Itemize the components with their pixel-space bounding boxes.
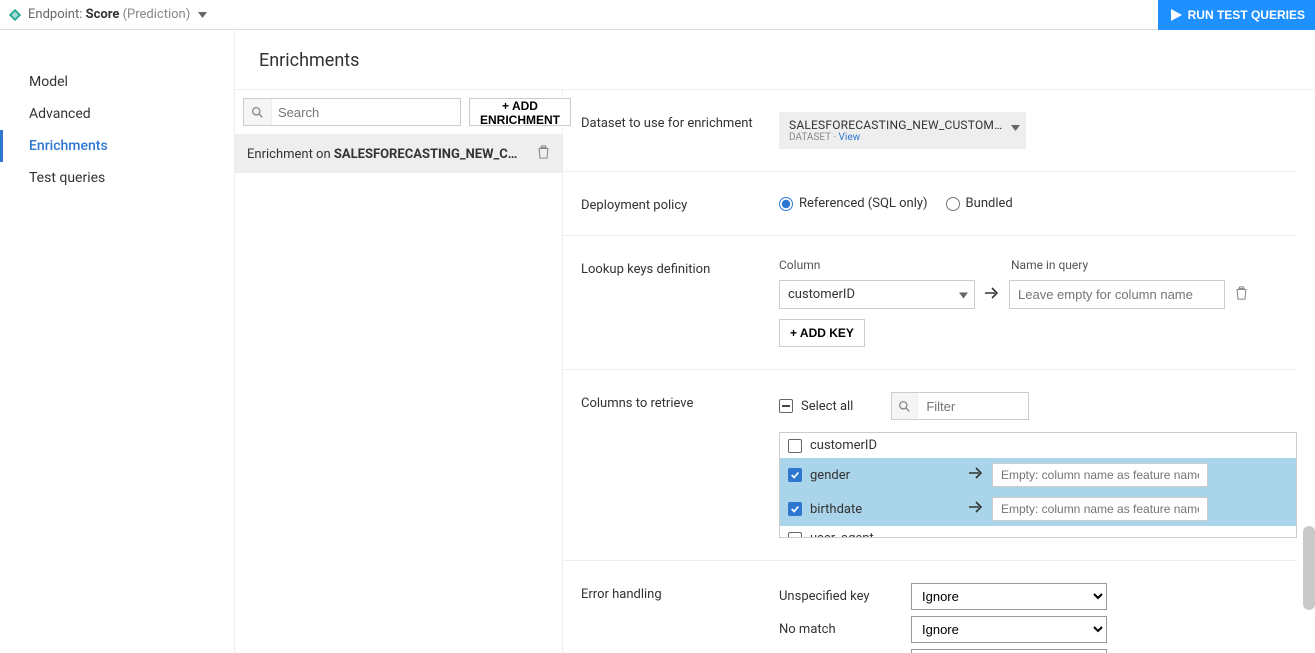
checkbox-checked-icon[interactable]: [788, 502, 802, 516]
enrichment-item-name: SALESFORECASTING_NEW_C…: [334, 147, 518, 162]
section-deployment-policy: Deployment policy Referenced (SQL only) …: [563, 172, 1297, 236]
column-name: user_agent: [810, 531, 960, 538]
search-icon: [892, 393, 918, 419]
feature-name-input[interactable]: [992, 497, 1208, 521]
checkbox-unchecked-icon[interactable]: [788, 439, 802, 453]
search-icon: [244, 99, 272, 125]
enrichment-search[interactable]: [243, 98, 461, 126]
column-row[interactable]: gender: [780, 458, 1296, 492]
lookup-column-select[interactable]: customerID: [779, 280, 975, 309]
section-label: Deployment policy: [581, 194, 779, 213]
enrichment-list-column: + ADD ENRICHMENT Enrichment on SALESFORE…: [235, 90, 563, 653]
column-row[interactable]: birthdate: [780, 492, 1296, 526]
main: Enrichments + ADD ENRICHMENT Enrichment …: [235, 30, 1315, 653]
section-label: Columns to retrieve: [581, 392, 779, 538]
name-in-query-header: Name in query: [1011, 258, 1227, 272]
error-row: Several matches Keep first: [779, 649, 1297, 653]
sidebar: Model Advanced Enrichments Test queries: [0, 30, 235, 653]
sidebar-item-label: Advanced: [29, 106, 91, 122]
section-columns-to-retrieve: Columns to retrieve Select all: [563, 370, 1297, 561]
endpoint-prefix: Endpoint:: [28, 7, 86, 22]
trash-icon[interactable]: [1235, 286, 1248, 304]
chevron-down-icon: [959, 287, 968, 302]
arrow-right-icon: [968, 501, 984, 517]
enrichment-item-prefix: Enrichment on: [247, 147, 334, 162]
scrollbar-track[interactable]: [1303, 90, 1315, 653]
column-filter[interactable]: [891, 392, 1029, 420]
select-all-label: Select all: [801, 399, 853, 414]
column-name: gender: [810, 468, 960, 483]
dataset-sub: DATASET · View: [789, 132, 1002, 143]
sidebar-item-label: Test queries: [29, 170, 105, 186]
run-test-queries-button[interactable]: RUN TEST QUERIES: [1158, 0, 1315, 30]
feature-name-input[interactable]: [992, 463, 1208, 487]
brand-icon: [8, 8, 22, 22]
scrollbar-thumb[interactable]: [1303, 526, 1315, 610]
checkbox-checked-icon[interactable]: [788, 468, 802, 482]
column-header: Column: [779, 258, 975, 272]
column-name: birthdate: [810, 502, 960, 517]
dataset-kind: DATASET: [789, 132, 831, 143]
add-enrichment-button[interactable]: + ADD ENRICHMENT: [469, 98, 571, 126]
run-btn-label: RUN TEST QUERIES: [1188, 8, 1305, 22]
no-match-select[interactable]: Ignore: [911, 616, 1107, 643]
radio-referenced[interactable]: Referenced (SQL only): [779, 196, 928, 211]
endpoint-title[interactable]: Endpoint: Score (Prediction): [28, 7, 207, 22]
page-title: Enrichments: [235, 30, 1315, 89]
radio-referenced-input[interactable]: [779, 197, 793, 211]
lookup-column-value: customerID: [788, 287, 855, 302]
search-input[interactable]: [272, 99, 460, 125]
sidebar-item-enrichments[interactable]: Enrichments: [0, 130, 234, 162]
column-row[interactable]: customerID: [780, 433, 1296, 458]
error-row: No match Ignore: [779, 616, 1297, 643]
radio-label: Referenced (SQL only): [799, 196, 928, 211]
section-dataset: Dataset to use for enrichment SALESFOREC…: [563, 90, 1297, 172]
indeterminate-checkbox-icon: [779, 399, 793, 413]
add-key-button[interactable]: + ADD KEY: [779, 319, 865, 347]
sidebar-item-label: Model: [29, 74, 68, 90]
section-label: Lookup keys definition: [581, 258, 779, 347]
enrichment-detail-column: Dataset to use for enrichment SALESFOREC…: [563, 90, 1315, 653]
endpoint-kind: (Prediction): [119, 7, 190, 22]
content-row: + ADD ENRICHMENT Enrichment on SALESFORE…: [235, 90, 1315, 653]
chevron-down-icon: [1011, 120, 1020, 135]
dataset-name: SALESFORECASTING_NEW_CUSTOM…: [789, 118, 1002, 132]
arrow-right-icon: [985, 287, 999, 303]
radio-bundled-input[interactable]: [946, 197, 960, 211]
section-label: Dataset to use for enrichment: [581, 112, 779, 149]
select-all-checkbox[interactable]: Select all: [779, 399, 853, 414]
column-list[interactable]: customerID gender birthdate: [779, 432, 1297, 538]
error-row: Unspecified key Ignore: [779, 583, 1297, 610]
section-label: Error handling: [581, 583, 779, 653]
arrow-right-icon: [968, 467, 984, 483]
dataset-selector[interactable]: SALESFORECASTING_NEW_CUSTOM… DATASET · V…: [779, 112, 1026, 149]
enrichment-list-item[interactable]: Enrichment on SALESFORECASTING_NEW_C…: [235, 135, 562, 173]
column-filter-input[interactable]: [918, 393, 1028, 419]
sidebar-item-model[interactable]: Model: [0, 66, 234, 98]
enrichment-list-toolbar: + ADD ENRICHMENT: [235, 90, 562, 135]
several-matches-select[interactable]: Keep first: [911, 649, 1107, 653]
error-row-label: No match: [779, 622, 899, 637]
checkbox-unchecked-icon[interactable]: [788, 532, 802, 539]
sidebar-item-advanced[interactable]: Advanced: [0, 98, 234, 130]
enrichment-item-label: Enrichment on SALESFORECASTING_NEW_C…: [247, 147, 517, 162]
endpoint-dropdown-caret-icon: [198, 7, 207, 22]
error-row-label: Unspecified key: [779, 589, 899, 604]
radio-label: Bundled: [966, 196, 1013, 211]
column-name: customerID: [810, 438, 960, 453]
play-icon: [1170, 9, 1182, 21]
topbar: Endpoint: Score (Prediction) RUN TEST QU…: [0, 0, 1315, 30]
column-row[interactable]: user_agent: [780, 526, 1296, 538]
sidebar-item-label: Enrichments: [29, 138, 108, 154]
dataset-view-link[interactable]: View: [839, 132, 861, 143]
section-error-handling: Error handling Unspecified key Ignore No…: [563, 561, 1297, 653]
section-lookup-keys: Lookup keys definition Column Name in qu…: [563, 236, 1297, 370]
body: Model Advanced Enrichments Test queries …: [0, 30, 1315, 653]
lookup-name-input[interactable]: [1009, 280, 1225, 309]
sidebar-item-test-queries[interactable]: Test queries: [0, 162, 234, 194]
radio-bundled[interactable]: Bundled: [946, 196, 1013, 211]
trash-icon[interactable]: [537, 145, 550, 163]
endpoint-name: Score: [86, 7, 120, 22]
unspecified-key-select[interactable]: Ignore: [911, 583, 1107, 610]
